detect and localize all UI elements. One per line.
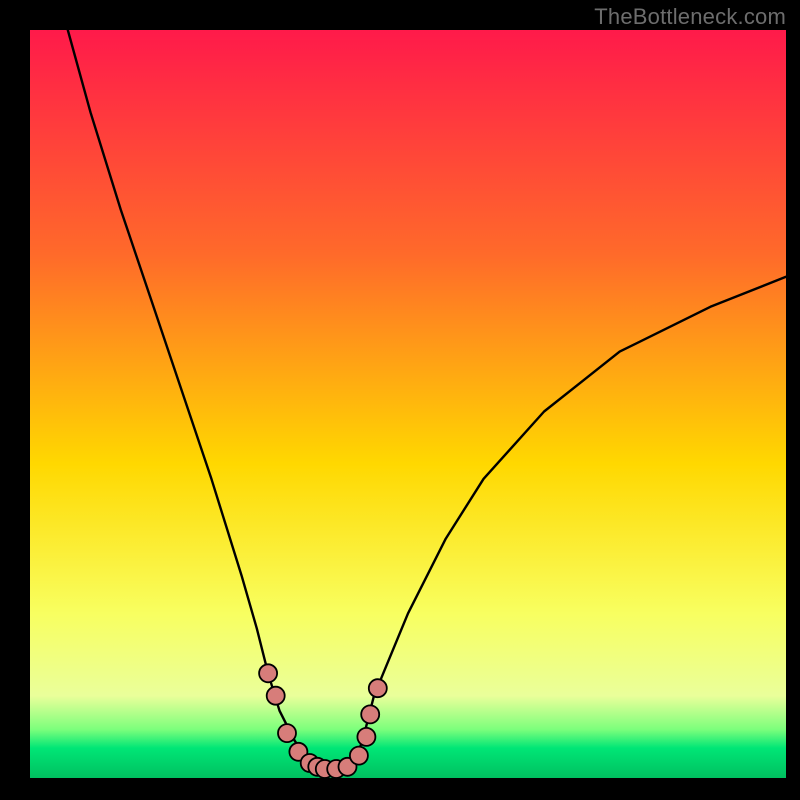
plot-background [30,30,786,778]
watermark-text: TheBottleneck.com [594,4,786,30]
marker-left-2 [267,687,285,705]
marker-right-2 [357,728,375,746]
marker-right-4 [369,679,387,697]
chart-frame: TheBottleneck.com [0,0,800,800]
marker-right-3 [361,705,379,723]
marker-right-1 [350,747,368,765]
marker-left-1 [259,664,277,682]
marker-left-3 [278,724,296,742]
bottleneck-plot [0,0,800,800]
